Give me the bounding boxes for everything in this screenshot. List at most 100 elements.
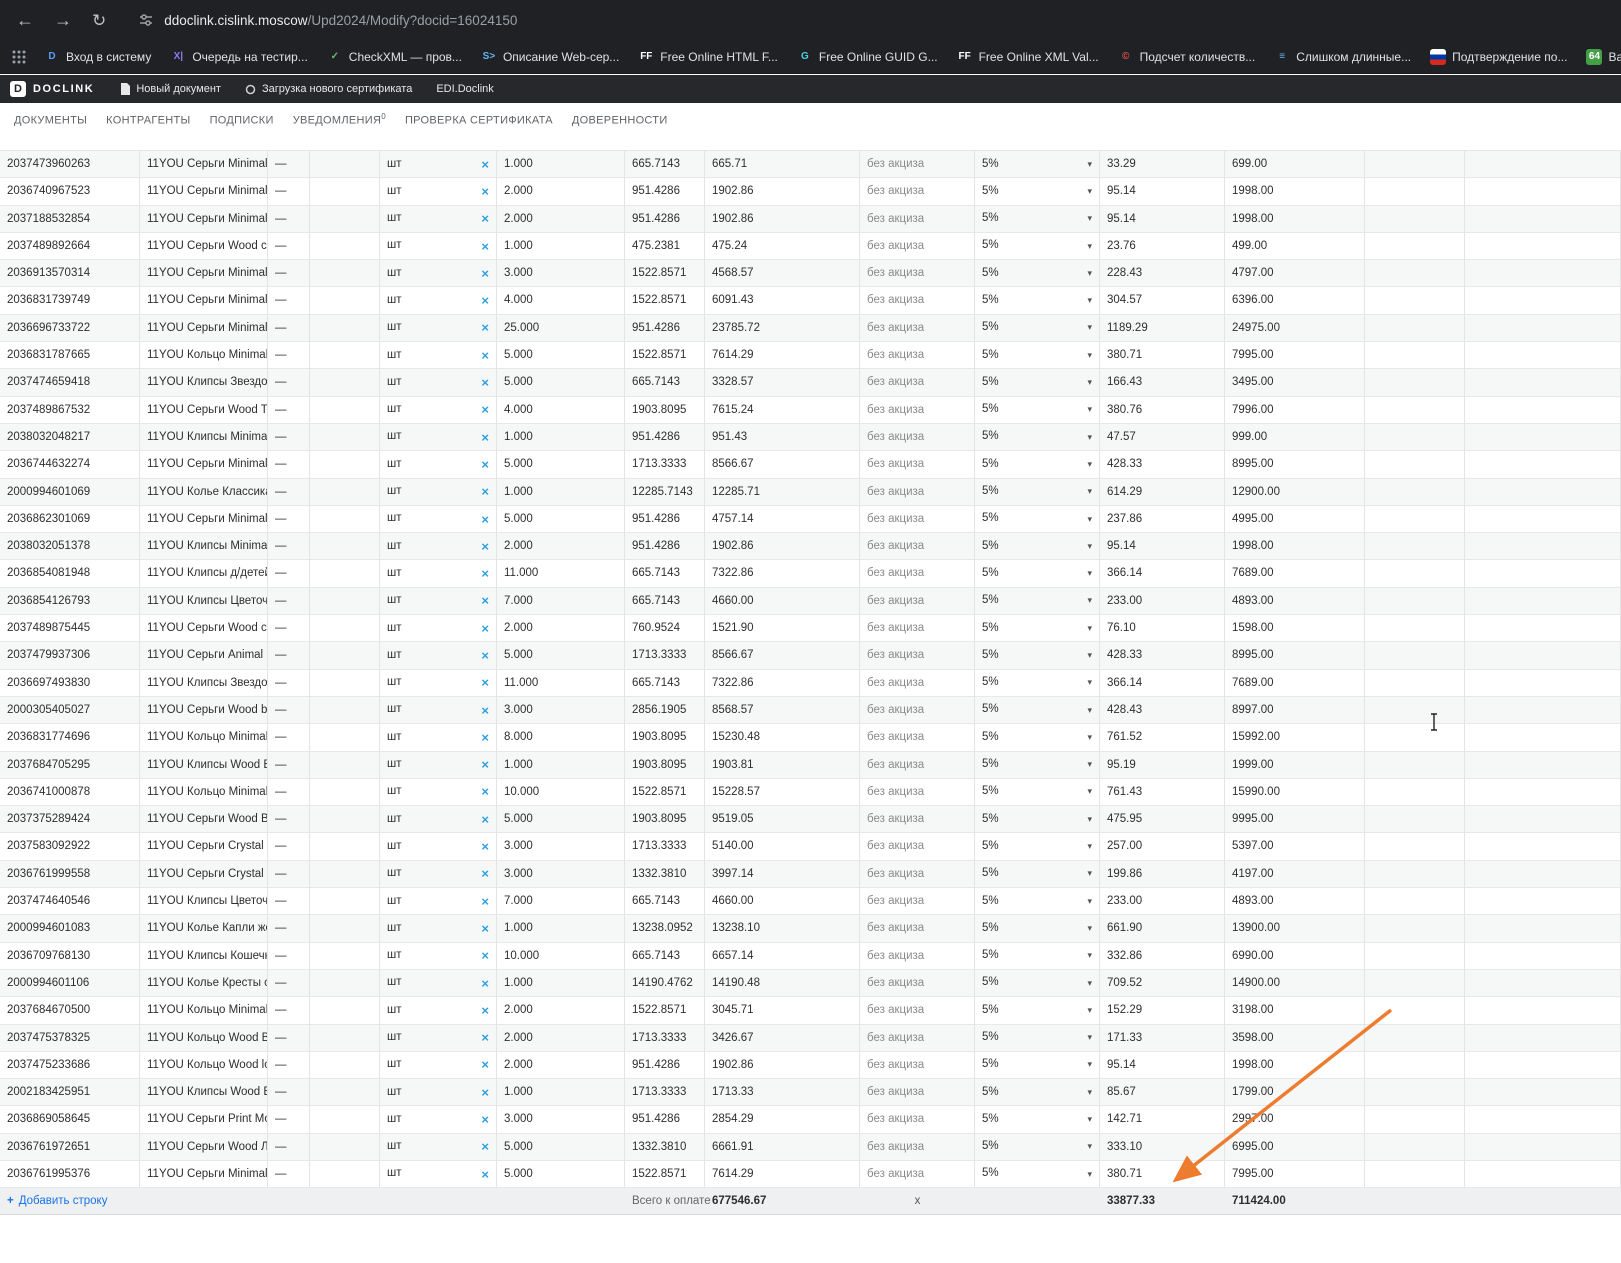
forward-icon[interactable]: → (54, 11, 72, 29)
cell-quantity[interactable]: 1.000 (497, 915, 625, 943)
doclink-logo-text[interactable]: DOCLINK (33, 83, 94, 95)
bookmark-item[interactable]: X| Очередь на тестир... (170, 49, 308, 65)
cell-unit-select[interactable]: шт × (380, 560, 497, 588)
cell-quantity[interactable]: 5.000 (497, 451, 625, 479)
cell-unit-select[interactable]: шт × (380, 969, 497, 998)
cell-vat-rate-select[interactable]: 5% ▾ (975, 615, 1100, 643)
clear-unit-icon[interactable]: × (481, 1058, 489, 1071)
cell-unit-select[interactable]: шт × (380, 751, 497, 779)
cell-quantity[interactable]: 1.000 (497, 969, 625, 998)
clear-unit-icon[interactable]: × (481, 704, 489, 717)
cell-quantity[interactable]: 1.000 (497, 751, 625, 779)
cell-unit-select[interactable]: шт × (380, 1079, 497, 1107)
cell-quantity[interactable]: 2.000 (497, 205, 625, 233)
clear-unit-icon[interactable]: × (481, 321, 489, 334)
cell-vat-rate-select[interactable]: 5% ▾ (975, 860, 1100, 889)
cell-vat-rate-select[interactable]: 5% ▾ (975, 888, 1100, 916)
bookmark-item[interactable]: D Вход в систему (44, 49, 151, 65)
cell-unit-select[interactable]: шт × (380, 778, 497, 807)
cell-quantity[interactable]: 2.000 (497, 533, 625, 561)
cell-unit-select[interactable]: шт × (380, 342, 497, 370)
clear-unit-icon[interactable]: × (481, 1113, 489, 1126)
cell-vat-rate-select[interactable]: 5% ▾ (975, 533, 1100, 561)
cell-unit-select[interactable]: шт × (380, 423, 497, 452)
clear-unit-icon[interactable]: × (481, 158, 489, 171)
cell-unit-select[interactable]: шт × (380, 505, 497, 534)
cell-quantity[interactable]: 5.000 (497, 505, 625, 534)
cell-vat-rate-select[interactable]: 5% ▾ (975, 942, 1100, 970)
cell-quantity[interactable]: 11.000 (497, 669, 625, 697)
cell-vat-rate-select[interactable]: 5% ▾ (975, 396, 1100, 424)
cell-unit-select[interactable]: шт × (380, 860, 497, 889)
cell-unit-select[interactable]: шт × (380, 1106, 497, 1134)
clear-unit-icon[interactable]: × (481, 403, 489, 416)
clear-unit-icon[interactable]: × (481, 185, 489, 198)
cell-unit-select[interactable]: шт × (380, 915, 497, 943)
cell-vat-rate-select[interactable]: 5% ▾ (975, 451, 1100, 479)
clear-unit-icon[interactable]: × (481, 513, 489, 526)
site-settings-icon[interactable] (138, 12, 154, 28)
cell-quantity[interactable]: 1.000 (497, 232, 625, 261)
clear-unit-icon[interactable]: × (481, 485, 489, 498)
cell-vat-rate-select[interactable]: 5% ▾ (975, 587, 1100, 616)
cell-unit-select[interactable]: шт × (380, 1024, 497, 1052)
cell-quantity[interactable]: 1.000 (497, 478, 625, 506)
cell-quantity[interactable]: 5.000 (497, 1133, 625, 1161)
cell-vat-rate-select[interactable]: 5% ▾ (975, 178, 1100, 206)
cell-vat-rate-select[interactable]: 5% ▾ (975, 478, 1100, 506)
cell-vat-rate-select[interactable]: 5% ▾ (975, 1106, 1100, 1134)
clear-unit-icon[interactable]: × (481, 567, 489, 580)
clear-unit-icon[interactable]: × (481, 376, 489, 389)
clear-unit-icon[interactable]: × (481, 458, 489, 471)
cell-unit-select[interactable]: шт × (380, 615, 497, 643)
bookmark-item[interactable]: 64 Base6... (1586, 48, 1621, 65)
cell-unit-select[interactable]: шт × (380, 178, 497, 206)
cell-quantity[interactable]: 3.000 (497, 1106, 625, 1134)
clear-unit-icon[interactable]: × (481, 895, 489, 908)
cell-vat-rate-select[interactable]: 5% ▾ (975, 314, 1100, 343)
cell-quantity[interactable]: 5.000 (497, 342, 625, 370)
cell-vat-rate-select[interactable]: 5% ▾ (975, 669, 1100, 697)
cell-unit-select[interactable]: шт × (380, 396, 497, 424)
cell-quantity[interactable]: 4.000 (497, 287, 625, 315)
cell-quantity[interactable]: 5.000 (497, 642, 625, 670)
bookmark-item[interactable]: FF Free Online XML Val... (957, 49, 1098, 65)
clear-unit-icon[interactable]: × (481, 758, 489, 771)
cell-quantity[interactable]: 2.000 (497, 1024, 625, 1052)
nav-item[interactable]: УВЕДОМЛЕНИЯ0 (293, 112, 386, 127)
cell-vat-rate-select[interactable]: 5% ▾ (975, 232, 1100, 261)
clear-unit-icon[interactable]: × (481, 1168, 489, 1181)
cell-vat-rate-select[interactable]: 5% ▾ (975, 751, 1100, 779)
bookmark-item[interactable]: G Free Online GUID G... (797, 49, 938, 65)
cell-unit-select[interactable]: шт × (380, 724, 497, 752)
cell-vat-rate-select[interactable]: 5% ▾ (975, 1024, 1100, 1052)
cell-unit-select[interactable]: шт × (380, 369, 497, 397)
clear-unit-icon[interactable]: × (481, 949, 489, 962)
cell-vat-rate-select[interactable]: 5% ▾ (975, 778, 1100, 807)
cell-quantity[interactable]: 1.000 (497, 423, 625, 452)
cell-vat-rate-select[interactable]: 5% ▾ (975, 560, 1100, 588)
reload-icon[interactable]: ↻ (92, 12, 106, 29)
cell-quantity[interactable]: 3.000 (497, 696, 625, 725)
nav-item[interactable]: ПОДПИСКИ (210, 112, 274, 126)
cell-quantity[interactable]: 7.000 (497, 888, 625, 916)
cell-unit-select[interactable]: шт × (380, 533, 497, 561)
bookmark-item[interactable]: ≡ Слишком длинные... (1274, 49, 1411, 65)
nav-item[interactable]: ДОВЕРЕННОСТИ (572, 112, 668, 126)
cell-vat-rate-select[interactable]: 5% ▾ (975, 287, 1100, 315)
cell-vat-rate-select[interactable]: 5% ▾ (975, 369, 1100, 397)
cell-vat-rate-select[interactable]: 5% ▾ (975, 1051, 1100, 1080)
clear-unit-icon[interactable]: × (481, 349, 489, 362)
clear-unit-icon[interactable]: × (481, 676, 489, 689)
cell-unit-select[interactable]: шт × (380, 478, 497, 506)
cell-unit-select[interactable]: шт × (380, 287, 497, 315)
cell-vat-rate-select[interactable]: 5% ▾ (975, 806, 1100, 834)
clear-unit-icon[interactable]: × (481, 267, 489, 280)
cell-vat-rate-select[interactable]: 5% ▾ (975, 1079, 1100, 1107)
cell-unit-select[interactable]: шт × (380, 833, 497, 861)
clear-unit-icon[interactable]: × (481, 922, 489, 935)
clear-unit-icon[interactable]: × (481, 813, 489, 826)
clear-unit-icon[interactable]: × (481, 431, 489, 444)
cell-vat-rate-select[interactable]: 5% ▾ (975, 423, 1100, 452)
clear-unit-icon[interactable]: × (481, 731, 489, 744)
